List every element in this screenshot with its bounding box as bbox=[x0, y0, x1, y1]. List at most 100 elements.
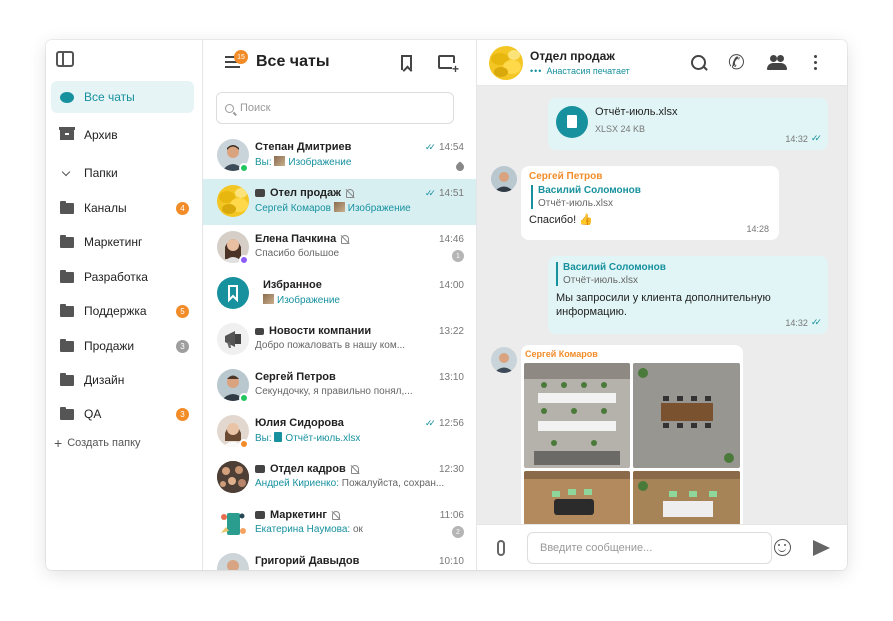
incoming-message[interactable]: Сергей Петров Василий Соломонов Отчёт-ию… bbox=[521, 166, 779, 240]
unread-badge: 5 bbox=[176, 304, 189, 318]
chat-preview: Сергей Комаров Изображение bbox=[255, 202, 411, 214]
chat-list-item[interactable]: Юлия Сидорова Вы: Отчёт-июль.xlsx ✓✓ 12:5… bbox=[203, 409, 476, 455]
new-chat-icon[interactable] bbox=[438, 55, 460, 75]
image-thumb-icon bbox=[263, 294, 274, 304]
photo-office-2[interactable] bbox=[633, 363, 740, 468]
sidebar-item-label: QA bbox=[84, 407, 102, 421]
avatar[interactable] bbox=[489, 46, 523, 80]
sidebar-item-label: Разработка bbox=[84, 270, 148, 284]
sidebar-item-channels[interactable]: Каналы 4 bbox=[51, 192, 194, 224]
online-status-dot bbox=[239, 393, 249, 403]
channel-icon bbox=[255, 327, 264, 335]
muted-icon bbox=[350, 464, 359, 474]
sidebar-item-all-chats[interactable]: Все чаты bbox=[51, 81, 194, 113]
sidebar-item-marketing[interactable]: Маркетинг bbox=[51, 226, 194, 258]
chat-time: 13:10 bbox=[438, 372, 464, 383]
chat-icon bbox=[60, 91, 74, 103]
chat-name: Юлия Сидорова bbox=[255, 417, 344, 429]
photo-office-4[interactable] bbox=[633, 471, 740, 525]
folder-icon bbox=[60, 406, 74, 420]
unread-badge: 4 bbox=[176, 201, 189, 215]
search-input[interactable] bbox=[240, 102, 440, 114]
chat-list-item[interactable]: Григорий Давыдов 10:10 bbox=[203, 547, 476, 570]
sidebar-item-design[interactable]: Дизайн bbox=[51, 364, 194, 396]
chat-list-item[interactable]: Избранное Изображение 14:00 bbox=[203, 271, 476, 317]
send-icon[interactable] bbox=[813, 540, 830, 556]
sidebar-item-sales[interactable]: Продажи 3 bbox=[51, 330, 194, 362]
sidebar-item-label: Архив bbox=[84, 128, 118, 142]
chat-list-item[interactable]: Новости компании Добро пожаловать в нашу… bbox=[203, 317, 476, 363]
more-options-icon[interactable] bbox=[813, 53, 833, 73]
sidebar-item-label: Все чаты bbox=[84, 90, 135, 104]
message-input[interactable] bbox=[540, 542, 760, 554]
attach-icon[interactable] bbox=[497, 540, 505, 556]
message-time: 14:32 ✓✓ bbox=[785, 317, 822, 328]
chat-name: Сергей Петров bbox=[255, 371, 336, 383]
quoted-message[interactable]: Василий Соломонов Отчёт-июль.xlsx bbox=[531, 185, 771, 209]
status-dot bbox=[239, 439, 249, 449]
file-meta: XLSX 24 KB bbox=[595, 124, 646, 134]
chat-time: 13:22 bbox=[438, 326, 464, 337]
folder-icon bbox=[60, 269, 74, 283]
status-dot bbox=[239, 255, 249, 265]
chat-preview: Вы: Изображение bbox=[255, 156, 352, 168]
folder-icon bbox=[60, 338, 74, 352]
avatar bbox=[217, 553, 249, 570]
message-sender: Сергей Петров bbox=[529, 171, 603, 182]
chat-time: ✓✓ 14:54 bbox=[424, 142, 464, 153]
sidebar-toggle-icon[interactable] bbox=[56, 51, 74, 67]
double-check-icon: ✓✓ bbox=[810, 133, 822, 143]
photo-message[interactable]: Сергей Комаров bbox=[521, 345, 743, 525]
chat-list-item[interactable]: Елена Пачкина Спасибо большое 14:46 1 bbox=[203, 225, 476, 271]
unread-badge: 3 bbox=[176, 407, 189, 421]
sidebar-item-qa[interactable]: QA 3 bbox=[51, 398, 194, 430]
sidebar-item-folders[interactable]: Папки bbox=[51, 157, 194, 189]
chat-list-item-active[interactable]: Отел продаж Сергей Комаров Изображение ✓… bbox=[203, 179, 476, 225]
file-message[interactable]: Отчёт-июль.xlsx XLSX 24 KB 14:32 ✓✓ bbox=[548, 98, 828, 150]
sidebar-item-development[interactable]: Разработка bbox=[51, 261, 194, 293]
chat-preview: Спасибо большое bbox=[255, 248, 340, 259]
bookmark-icon[interactable] bbox=[401, 55, 412, 70]
members-icon[interactable] bbox=[767, 53, 787, 73]
search-box bbox=[216, 92, 454, 124]
conversation-title: Отдел продаж bbox=[530, 49, 615, 63]
outgoing-message[interactable]: Василий Соломонов Отчёт-июль.xlsx Мы зап… bbox=[548, 256, 828, 334]
sidebar-item-archive[interactable]: Архив bbox=[51, 119, 194, 151]
chat-name: Отдел кадров bbox=[255, 463, 359, 475]
chat-list-panel: 15 Все чаты Степан Дмитриев Вы: Изображе… bbox=[203, 40, 477, 570]
search-icon[interactable] bbox=[689, 53, 709, 73]
avatar[interactable] bbox=[491, 347, 517, 373]
emoji-icon[interactable] bbox=[774, 539, 791, 556]
chat-list-item[interactable]: Маркетинг Екатерина Наумова: ок 11:06 2 bbox=[203, 501, 476, 547]
photo-office-3[interactable] bbox=[524, 471, 630, 525]
message-text: Спасибо! 👍 bbox=[529, 214, 593, 226]
photo-office-1[interactable] bbox=[524, 363, 630, 468]
phone-icon[interactable] bbox=[728, 50, 748, 75]
sidebar-item-label: Каналы bbox=[84, 201, 127, 215]
avatar[interactable] bbox=[491, 166, 517, 192]
message-input-box bbox=[527, 532, 772, 564]
quoted-message[interactable]: Василий Соломонов Отчёт-июль.xlsx bbox=[556, 262, 820, 286]
unread-badge: 3 bbox=[176, 339, 189, 353]
chat-list-item[interactable]: Отдел кадров Андрей Кириенко: Пожалуйста… bbox=[203, 455, 476, 501]
chat-time: 14:00 bbox=[438, 280, 464, 291]
folder-icon bbox=[60, 372, 74, 386]
page-title: Все чаты bbox=[256, 53, 330, 70]
create-folder-button[interactable]: + Создать папку bbox=[54, 435, 141, 451]
sidebar-item-support[interactable]: Поддержка 5 bbox=[51, 295, 194, 327]
message-time: 14:28 bbox=[746, 224, 769, 234]
chat-name: Новости компании bbox=[255, 325, 371, 337]
message-composer bbox=[477, 524, 847, 570]
chat-list-item[interactable]: Сергей Петров Секундочку, я правильно по… bbox=[203, 363, 476, 409]
chat-preview: Секундочку, я правильно понял,... bbox=[255, 386, 413, 397]
file-icon bbox=[556, 106, 588, 138]
megaphone-icon bbox=[217, 323, 249, 355]
sidebar-item-label: Папки bbox=[84, 166, 118, 180]
image-thumb-icon bbox=[274, 156, 286, 166]
avatar bbox=[217, 507, 249, 539]
folder-icon bbox=[60, 234, 74, 248]
chat-time: 11:06 bbox=[439, 510, 464, 521]
unread-count: 2 bbox=[452, 526, 464, 538]
chat-list-item[interactable]: Степан Дмитриев Вы: Изображение ✓✓ 14:54 bbox=[203, 133, 476, 179]
chat-time: ✓✓ 12:56 bbox=[424, 418, 464, 429]
